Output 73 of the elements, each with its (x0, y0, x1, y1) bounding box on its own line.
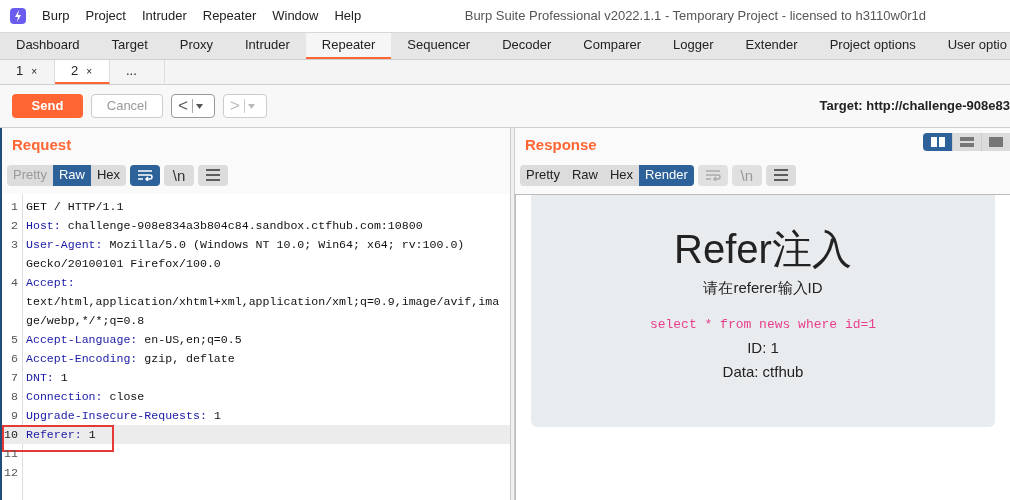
code-text: Accept-Encoding: gzip, deflate (25, 351, 235, 367)
result-text: ID: 1 (747, 337, 779, 358)
view-tab[interactable]: Raw (565, 164, 604, 186)
code-text: Accept-Language: en-US,en;q=0.5 (25, 332, 242, 348)
line-number: 10 (3, 427, 19, 443)
line-number: 4 (10, 275, 19, 291)
back-button[interactable]: < (171, 94, 215, 118)
view-tab[interactable]: Pretty (520, 164, 566, 186)
target-label: Target: http://challenge-908e83 (819, 97, 1010, 116)
rendered-subtitle: 请在referer输入ID (703, 278, 823, 298)
menu-button[interactable] (198, 164, 229, 186)
view-tab[interactable]: Raw (52, 164, 91, 186)
panel-title: Request (12, 134, 72, 155)
request-tab[interactable]: 2 × (55, 60, 110, 84)
layout-button[interactable] (981, 133, 1010, 151)
main-tab[interactable]: Target (95, 33, 164, 59)
main-tab[interactable]: Decoder (486, 33, 568, 59)
wrap-icon (137, 169, 154, 181)
view-tab[interactable]: Hex (604, 164, 640, 186)
layout-icon (989, 137, 1003, 147)
app-logo-icon (10, 8, 26, 24)
main-tab[interactable]: Project options (813, 33, 932, 59)
line-number: 12 (3, 465, 19, 481)
panel-title: Response (525, 134, 597, 155)
layout-button[interactable] (923, 133, 952, 151)
layout-button[interactable] (952, 133, 981, 151)
window-title: Burp Suite Professional v2022.1.1 - Temporary Project - licensed to h3110w0r1d (464, 7, 926, 26)
main-tab[interactable]: User optio (931, 33, 1010, 59)
line-number: 5 (10, 332, 19, 348)
code-text: Upgrade-Insecure-Requests: 1 (25, 408, 221, 424)
line-number: 9 (10, 408, 19, 424)
line-number: 1 (10, 199, 19, 215)
main-tab[interactable]: Comparer (567, 33, 658, 59)
wrap-icon (704, 169, 721, 181)
newline-button[interactable]: \n (164, 164, 195, 186)
main-tab[interactable]: Repeater (305, 33, 392, 59)
line-number: 2 (10, 218, 19, 234)
main-tab[interactable]: Proxy (163, 33, 229, 59)
code-text: Connection: close (25, 389, 145, 405)
code-text: GET / HTTP/1.1 (25, 199, 124, 215)
sql-query: select * from news where id=1 (649, 315, 877, 334)
dropdown-icon (247, 103, 255, 109)
menu-item[interactable]: Burp (34, 6, 78, 26)
menu-item[interactable]: Intruder (133, 6, 195, 26)
main-tab[interactable]: Dashboard (0, 33, 96, 59)
layout-icon (930, 137, 945, 147)
layout-icon (960, 137, 974, 147)
request-tab[interactable]: ... (110, 60, 165, 84)
code-text: Host: challenge-908e834a3b804c84.sandbox.ctfhub.com:10800 (25, 218, 423, 234)
menu-item[interactable]: Repeater (194, 6, 265, 26)
menu-icon (772, 169, 789, 181)
menu-item[interactable]: Help (326, 6, 370, 26)
view-tab[interactable]: Hex (91, 164, 127, 186)
main-tab[interactable]: Intruder (229, 33, 306, 59)
rendered-heading: Refer注入 (674, 226, 852, 273)
main-tab[interactable]: Logger (657, 33, 730, 59)
result-text: Data: ctfhub (722, 361, 804, 382)
line-number: 8 (10, 389, 19, 405)
code-text: User-Agent: Mozilla/5.0 (Windows NT 10.0; Win64; x64; rv:100.0) Gecko/20100101 Firefox/100.0 (25, 237, 466, 272)
wrap-button[interactable] (130, 164, 161, 186)
view-tab[interactable]: Render (639, 164, 694, 186)
line-number: 3 (10, 237, 19, 253)
code-text: Referer: 1 (25, 427, 96, 443)
main-tab[interactable]: Sequencer (391, 33, 487, 59)
menu-item[interactable]: Project (77, 6, 134, 26)
line-number: 6 (10, 351, 19, 367)
menu-icon (205, 169, 222, 181)
code-text: DNT: 1 (25, 370, 68, 386)
menu-button[interactable] (765, 164, 796, 186)
main-tab[interactable]: Extender (729, 33, 814, 59)
menu-item[interactable]: Window (264, 6, 327, 26)
line-number: 7 (10, 370, 19, 386)
dropdown-icon (195, 103, 203, 109)
